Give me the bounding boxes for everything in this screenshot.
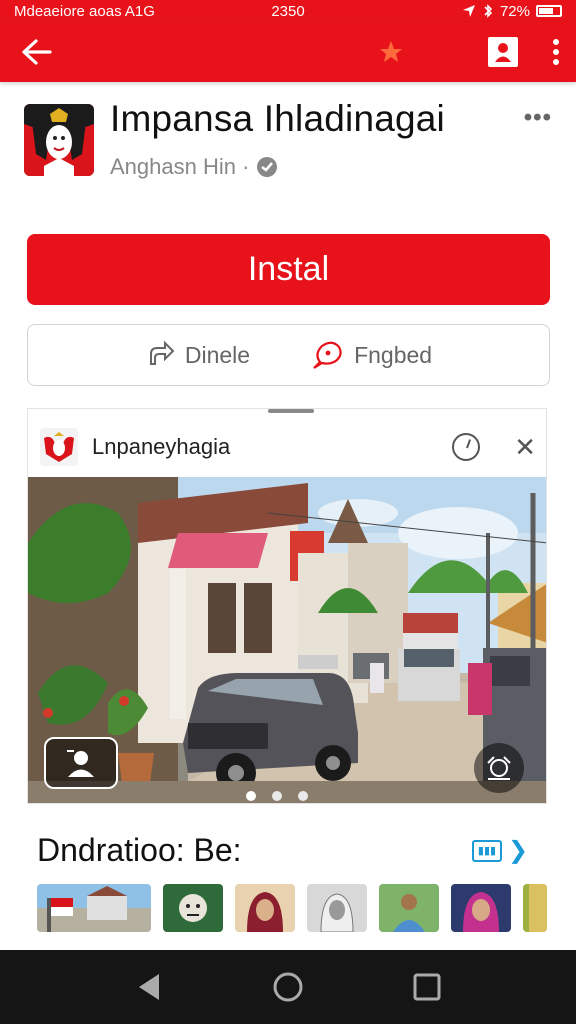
status-bar: Mdeaeiore aoas A1G 2350 72% (0, 0, 576, 22)
account-icon[interactable] (488, 37, 518, 67)
battery-icon (536, 5, 562, 17)
status-icons: 72% (462, 3, 562, 20)
carousel-dot[interactable] (298, 791, 308, 801)
bluetooth-icon (484, 4, 493, 18)
thumbnail[interactable] (379, 884, 439, 932)
preview-title: Lnpaneyhagia (92, 434, 231, 459)
thumbnail[interactable] (523, 884, 547, 932)
flag-icon (313, 341, 342, 369)
more-horiz-icon[interactable]: ••• (524, 104, 552, 132)
close-icon[interactable]: ✕ (514, 432, 536, 463)
carousel-dot[interactable] (246, 791, 256, 801)
battery-percent: 72% (499, 2, 530, 20)
section-title: Dndratioo: Be: (37, 832, 242, 868)
share-action[interactable]: Dinele (145, 340, 250, 370)
preview-card: Lnpaneyhagia ✕ (27, 408, 547, 804)
thumbnail[interactable] (235, 884, 295, 932)
app-title: Impansa Ihladinagai (110, 98, 445, 139)
arrow-left-icon[interactable] (16, 37, 56, 67)
app-bar (0, 22, 576, 82)
flag-action[interactable]: Fngbed (310, 340, 432, 370)
thumbnail[interactable] (307, 884, 367, 932)
action-row: Dinele Fngbed (27, 324, 550, 386)
more-vert-icon[interactable] (552, 38, 560, 66)
thumbnail[interactable] (163, 884, 223, 932)
list-badge-icon: ▮▮▮ (472, 839, 502, 862)
thumbnail-strip (37, 884, 547, 932)
carousel-dot[interactable] (272, 791, 282, 801)
app-header: Impansa Ihladinagai Anghasn Hin · ••• (24, 98, 552, 184)
camera-icon[interactable] (474, 743, 524, 793)
clock-icon[interactable] (452, 433, 481, 461)
nav-back-icon[interactable] (135, 972, 163, 1002)
person-icon[interactable] (44, 737, 118, 789)
system-nav-bar (0, 950, 576, 1024)
carousel-dots[interactable] (246, 791, 308, 801)
star-icon[interactable] (378, 39, 404, 65)
chevron-right-icon: ❯ (508, 837, 529, 864)
preview-logo (40, 428, 78, 466)
location-icon (462, 5, 475, 17)
thumbnail[interactable] (37, 884, 151, 932)
app-subtitle: Anghasn Hin · (110, 154, 279, 180)
preview-header: Lnpaneyhagia ✕ (28, 417, 546, 477)
nav-recents-icon[interactable] (413, 973, 441, 1001)
flag-label: Fngbed (354, 341, 433, 368)
thumbnail[interactable] (451, 884, 511, 932)
share-label: Dinele (184, 341, 251, 368)
share-icon (149, 340, 175, 365)
app-logo (24, 104, 94, 176)
card-handle[interactable] (268, 409, 314, 413)
install-button[interactable]: Instal (27, 234, 550, 305)
carrier-text: Mdeaeiore aoas A1G (14, 2, 155, 20)
nav-home-icon[interactable] (272, 971, 304, 1003)
verified-icon (257, 157, 278, 177)
developer-name[interactable]: Anghasn Hin · (110, 154, 249, 180)
section-see-all[interactable]: ▮▮▮ ❯ (472, 836, 528, 865)
